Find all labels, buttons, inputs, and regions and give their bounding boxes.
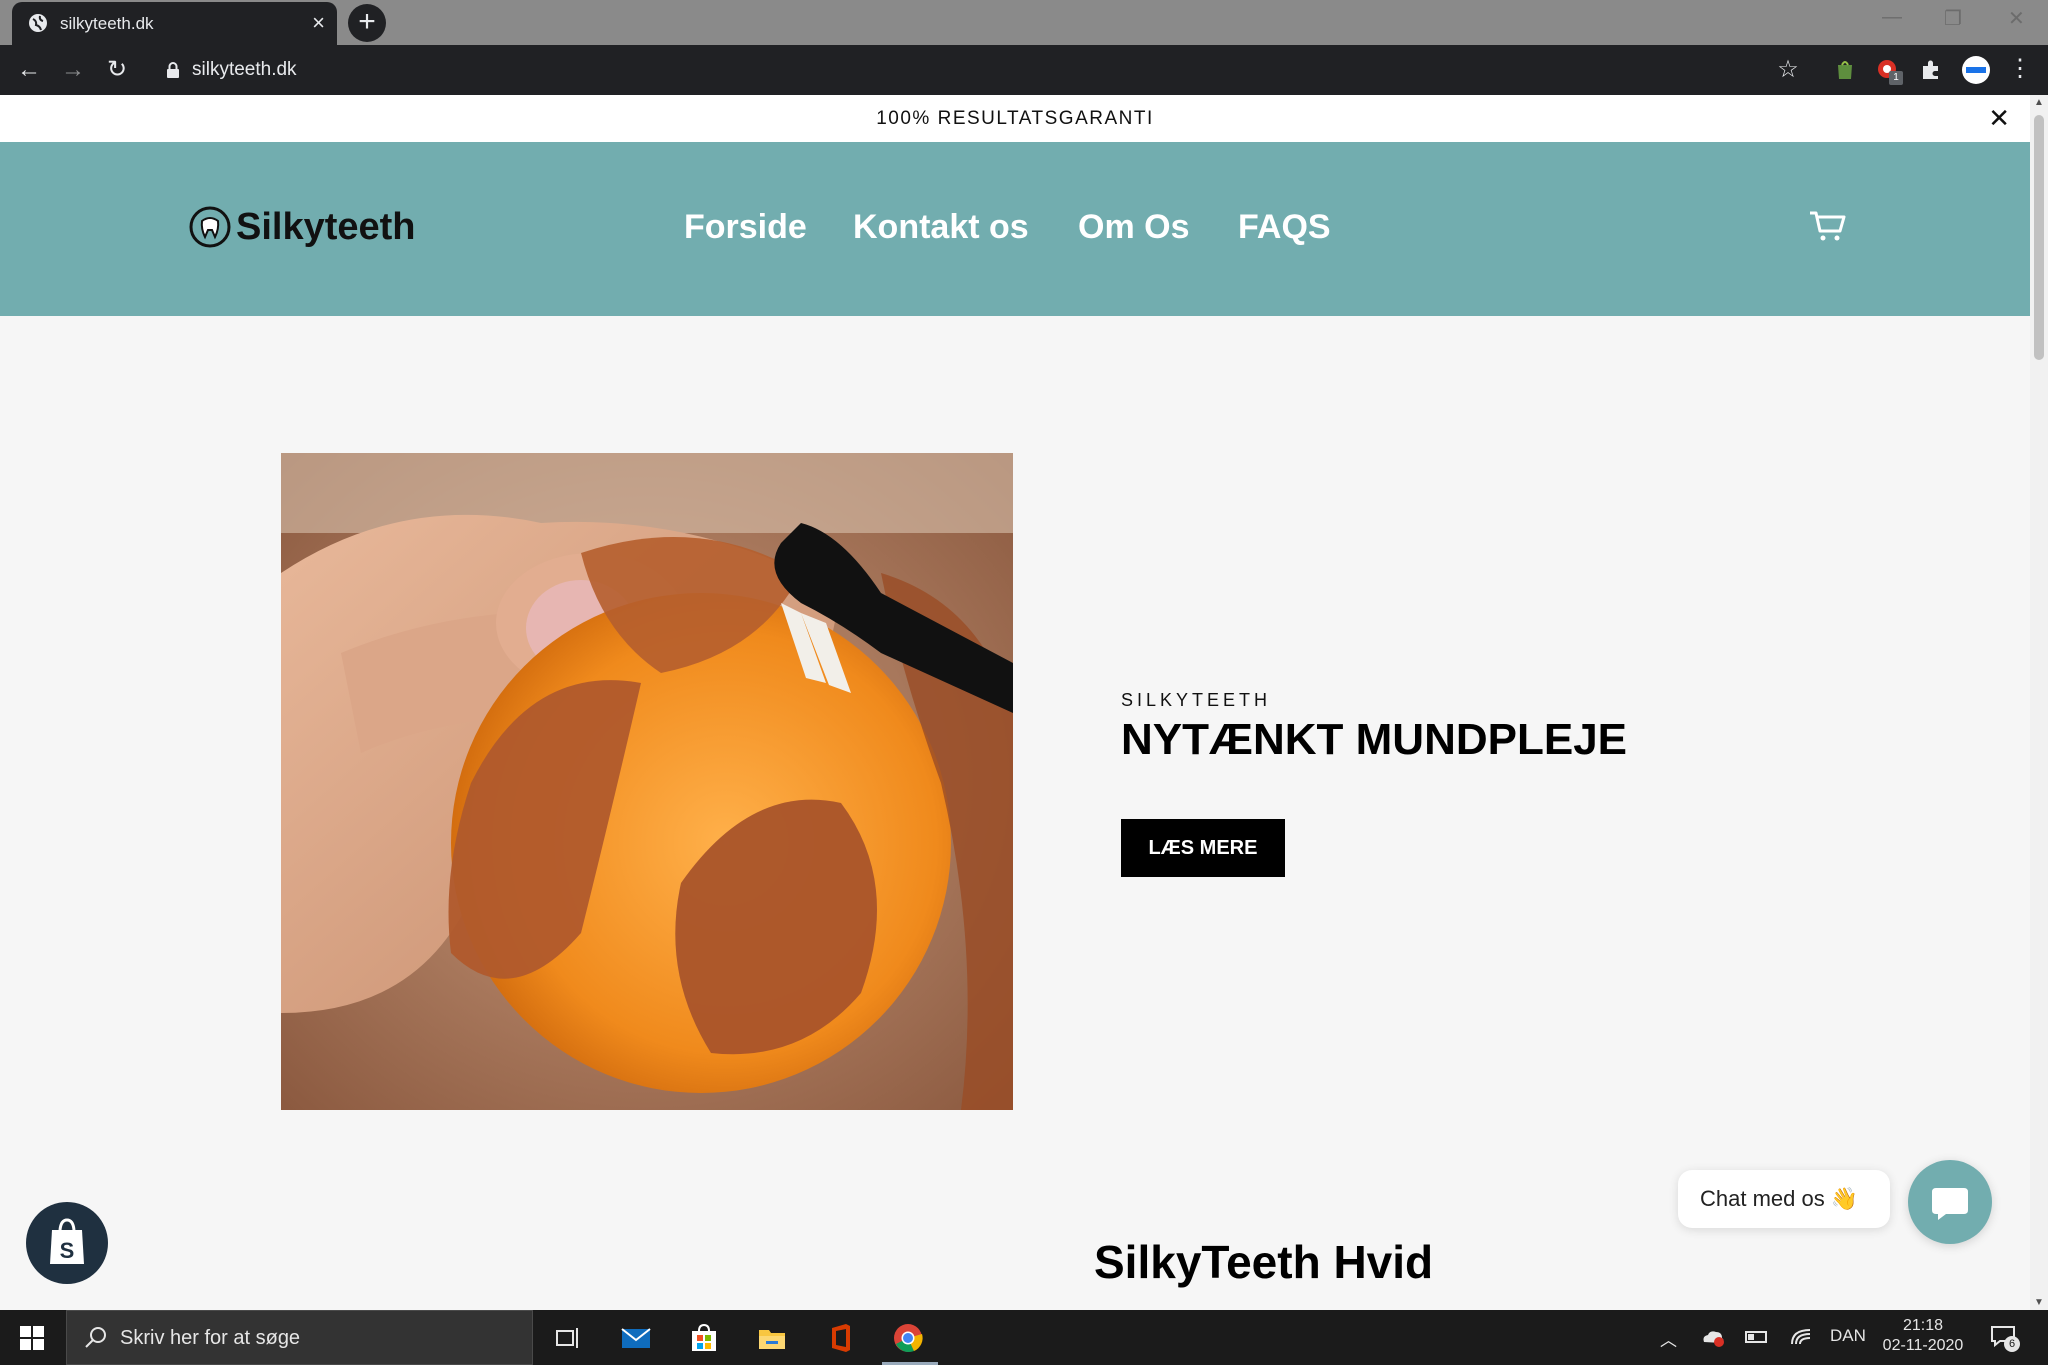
read-more-button[interactable]: LÆS MERE <box>1121 819 1285 877</box>
nav-om-os[interactable]: Om Os <box>1078 208 1189 247</box>
window-close-icon[interactable]: ✕ <box>2008 6 2025 31</box>
hero-image <box>281 453 1013 1110</box>
browser-tab-strip: silkyteeth.dk × + — ❐ ✕ <box>0 0 2048 45</box>
new-tab-button[interactable]: + <box>348 4 386 42</box>
clock-date: 02-11-2020 <box>1882 1337 1964 1354</box>
action-center-icon[interactable]: 6 <box>1990 1324 2020 1352</box>
reload-icon[interactable]: ↻ <box>100 53 134 87</box>
browser-toolbar: ← → ↻ silkyteeth.dk ☆ 1 ⋮ <box>0 45 2048 95</box>
wifi-icon[interactable] <box>1790 1326 1812 1348</box>
tab-title: silkyteeth.dk <box>60 14 154 33</box>
wave-emoji-icon: 👋 <box>1830 1186 1859 1211</box>
nav-forside[interactable]: Forside <box>684 208 807 247</box>
clock[interactable]: 21:18 02-11-2020 <box>1878 1316 1968 1356</box>
scroll-thumb[interactable] <box>2034 115 2044 360</box>
chrome-icon[interactable] <box>892 1322 924 1354</box>
nav-faqs[interactable]: FAQS <box>1238 208 1331 247</box>
nav-kontakt-os[interactable]: Kontakt os <box>853 208 1029 247</box>
tab-close-icon[interactable]: × <box>312 11 325 35</box>
minimize-icon[interactable]: — <box>1882 6 1902 29</box>
logo-text: Silkyteeth <box>236 206 416 248</box>
menu-kebab-icon[interactable]: ⋮ <box>2008 57 2032 83</box>
back-arrow-icon[interactable]: ← <box>12 53 46 87</box>
file-explorer-icon[interactable] <box>756 1322 788 1354</box>
cart-icon[interactable] <box>1808 205 1848 245</box>
taskbar-search[interactable]: Skriv her for at søge <box>66 1310 533 1365</box>
onedrive-error-icon[interactable] <box>1700 1326 1726 1348</box>
notification-count: 6 <box>2004 1336 2020 1352</box>
tooth-logo-icon <box>189 206 231 248</box>
page-scrollbar[interactable]: ▲ ▼ <box>2030 95 2048 1310</box>
announcement-bar: 100% RESULTATSGARANTI ✕ <box>0 95 2030 142</box>
section-title: SilkyTeeth Hvid <box>1094 1236 1434 1288</box>
chat-bubble-icon <box>1932 1188 1968 1220</box>
notification-extension-icon[interactable]: 1 <box>1875 57 1903 85</box>
store-icon[interactable] <box>688 1322 720 1354</box>
scroll-up-icon[interactable]: ▲ <box>2030 97 2048 108</box>
chat-label: Chat med os 👋 <box>1700 1186 1859 1211</box>
search-placeholder: Skriv her for at søge <box>120 1327 301 1349</box>
chat-prompt[interactable]: Chat med os 👋 <box>1678 1170 1890 1228</box>
restore-icon[interactable]: ❐ <box>1944 6 1962 31</box>
globe-icon <box>29 14 47 32</box>
web-page: 100% RESULTATSGARANTI ✕ Silkyteeth Forsi… <box>0 95 2030 1310</box>
svg-text:S: S <box>60 1238 75 1263</box>
bookmark-star-icon[interactable]: ☆ <box>1775 57 1801 83</box>
battery-icon[interactable] <box>1744 1326 1770 1348</box>
hero-eyebrow: SILKYTEETH <box>1121 690 1272 710</box>
url-text: silkyteeth.dk <box>192 59 297 80</box>
announcement-text: 100% RESULTATSGARANTI <box>876 108 1154 129</box>
mail-icon[interactable] <box>620 1322 652 1354</box>
profile-avatar-icon[interactable] <box>1961 55 1991 85</box>
office-icon[interactable] <box>824 1322 856 1354</box>
show-hidden-icons-icon[interactable]: ︿ <box>1660 1326 1677 1351</box>
task-view-icon[interactable] <box>551 1322 583 1354</box>
windows-start-icon[interactable] <box>20 1326 44 1350</box>
close-icon[interactable]: ✕ <box>1988 105 2010 131</box>
shopify-extension-icon[interactable] <box>1832 57 1858 83</box>
language-indicator[interactable]: DAN <box>1830 1326 1866 1346</box>
chat-button[interactable] <box>1908 1160 1992 1244</box>
search-icon <box>85 1327 106 1348</box>
puzzle-extensions-icon[interactable] <box>1918 57 1944 83</box>
site-header: Silkyteeth Forside Kontakt os Om Os FAQS <box>0 142 2030 316</box>
clock-time: 21:18 <box>1902 1317 1944 1334</box>
shopify-bag-icon: S <box>50 1218 84 1264</box>
windows-taskbar: Skriv her for at søge ︿ DAN 21:18 02-11-… <box>0 1310 2048 1365</box>
forward-arrow-icon[interactable]: → <box>56 53 90 87</box>
hero-title: NYTÆNKT MUNDPLEJE <box>1121 715 1628 764</box>
shopify-badge[interactable]: S <box>26 1202 108 1284</box>
scroll-down-icon[interactable]: ▼ <box>2030 1297 2048 1308</box>
lock-icon <box>167 62 179 78</box>
address-bar[interactable]: silkyteeth.dk <box>150 52 1820 88</box>
browser-tab[interactable]: silkyteeth.dk × <box>12 2 337 45</box>
extension-badge: 1 <box>1889 71 1903 85</box>
